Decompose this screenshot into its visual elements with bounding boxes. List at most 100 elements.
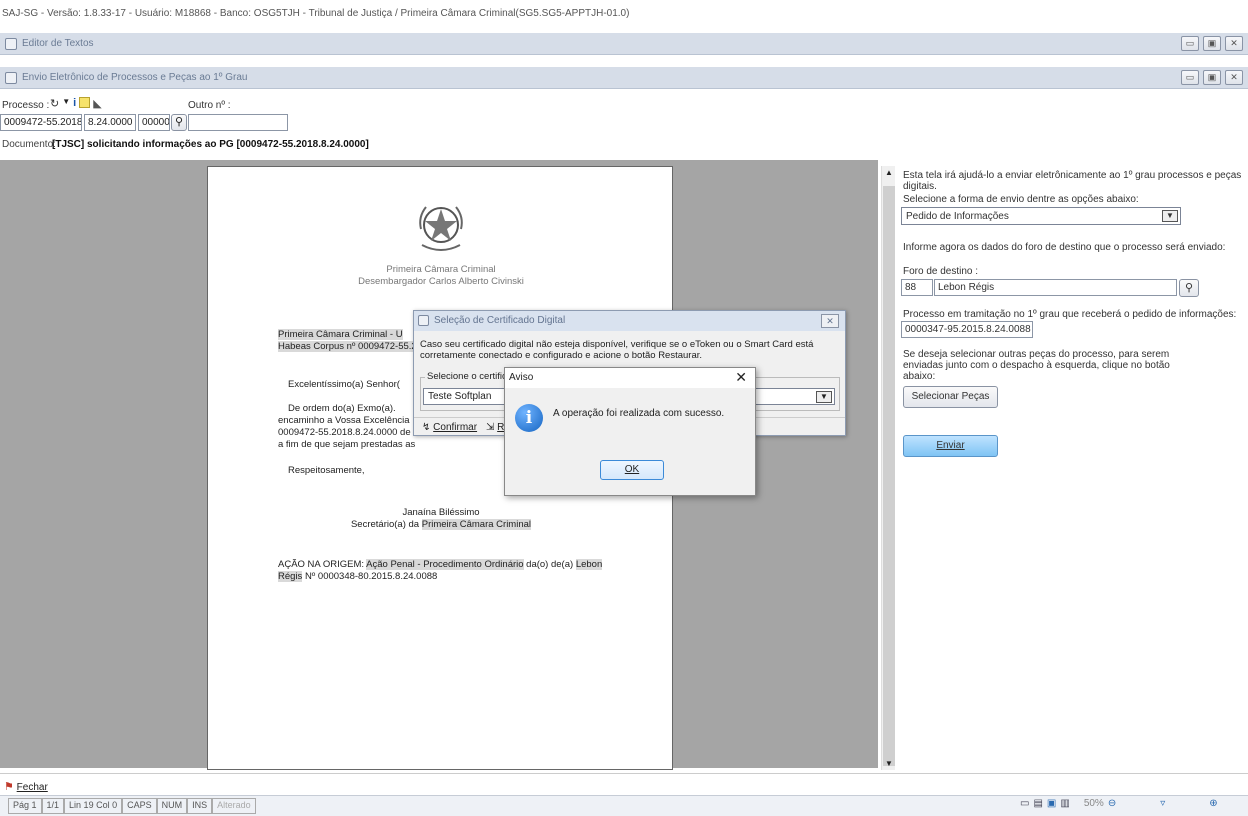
status-modified: Alterado bbox=[212, 798, 256, 814]
process-form: Processo : ↻ ▼ i ◣ Outro nº : 0009472-55… bbox=[0, 94, 1248, 156]
processo-label: Processo : bbox=[2, 100, 50, 111]
zoom-value: 50% bbox=[1083, 798, 1104, 809]
scroll-up-icon[interactable]: ▲ bbox=[885, 168, 893, 177]
processo-toolbar: ↻ ▼ i ◣ bbox=[50, 97, 102, 110]
processo-number-field[interactable]: 0009472-55.2018 bbox=[0, 114, 82, 131]
send-select-label: Selecione a forma de envio dentre as opç… bbox=[903, 194, 1139, 205]
doc-signer-role-chamber: Primeira Câmara Criminal bbox=[421, 519, 532, 530]
confirm-button[interactable]: ↯ Confirmar bbox=[422, 422, 477, 433]
document-scrollbar[interactable]: ▲ ▼ bbox=[881, 166, 895, 770]
maximize-button[interactable]: ▣ bbox=[1203, 36, 1221, 51]
close-button[interactable]: ✕ bbox=[1225, 70, 1243, 85]
chevron-down-icon[interactable]: ▼ bbox=[816, 391, 832, 403]
doc-origin-place-2: Régis bbox=[278, 571, 303, 582]
search-button[interactable]: ⚲ bbox=[171, 114, 187, 131]
doc-origin-action: Ação Penal - Procedimento Ordinário bbox=[366, 559, 524, 570]
status-pages: 1/1 bbox=[41, 798, 65, 814]
enviar-button[interactable]: Enviar bbox=[903, 435, 998, 457]
processo-suffix-field[interactable]: 8.24.0000 bbox=[84, 114, 136, 131]
chevron-down-icon[interactable]: ▼ bbox=[62, 97, 70, 110]
restore-button[interactable]: ⇲ R bbox=[486, 422, 504, 433]
view-page-icon[interactable]: ▣ bbox=[1047, 798, 1056, 809]
status-bar: Pág 1 1/1 Lin 19 Col 0 CAPS NUM INS Alte… bbox=[0, 795, 1248, 816]
refresh-icon[interactable]: ↻ bbox=[50, 97, 59, 110]
fechar-button[interactable]: ⚑ Fechar bbox=[4, 780, 48, 793]
doc-signer-role: Secretário(a) da Primeira Câmara Crimina… bbox=[208, 519, 674, 530]
view-layout-icon[interactable]: ▤ bbox=[1033, 798, 1042, 809]
send-method-select[interactable]: Pedido de Informações ▼ bbox=[901, 207, 1181, 225]
doc-origin-line: AÇÃO NA ORIGEM: Ação Penal - Procediment… bbox=[278, 559, 603, 570]
certificate-select-value: Teste Softplan bbox=[428, 391, 492, 402]
status-ins: INS bbox=[187, 798, 213, 814]
doc-line-chamber: Primeira Câmara Criminal - U bbox=[278, 329, 403, 340]
documento-label: Documento: bbox=[2, 139, 56, 150]
outro-label: Outro nº : bbox=[188, 100, 231, 111]
outro-number-field[interactable] bbox=[188, 114, 288, 131]
doc-body-2: encaminho a Vossa Excelência bbox=[278, 415, 410, 426]
minimize-button[interactable]: ▭ bbox=[1181, 70, 1199, 85]
foro-search-button[interactable]: ⚲ bbox=[1179, 279, 1199, 297]
foro-name-field[interactable]: Lebon Régis bbox=[934, 279, 1177, 296]
view-web-icon[interactable]: ▥ bbox=[1060, 798, 1069, 809]
window-icon bbox=[5, 72, 17, 84]
editor-window-title: Editor de Textos bbox=[22, 38, 94, 49]
documento-value: [TJSC] solicitando informações ao PG [00… bbox=[52, 139, 369, 150]
zoom-in-icon[interactable]: ⊕ bbox=[1209, 798, 1217, 809]
doc-origin-mid: da(o) de(a) bbox=[526, 559, 574, 570]
foro-info-label: Informe agora os dados do foro de destin… bbox=[903, 242, 1226, 253]
confirm-label: Confirmar bbox=[433, 422, 478, 433]
doc-header-judge: Desembargador Carlos Alberto Civinski bbox=[358, 276, 524, 287]
processo-1grau-label: Processo em tramitação no 1º grau que re… bbox=[903, 309, 1237, 320]
foro-label: Foro de destino : bbox=[903, 266, 979, 277]
view-controls: ▭ ▤ ▣ ▥ 50% ⊖ ▿ ⊕ bbox=[1020, 798, 1218, 809]
ok-label: OK bbox=[624, 464, 640, 475]
doc-body-4: a fim de que sejam prestadas as bbox=[278, 439, 416, 450]
tag-icon[interactable]: ◣ bbox=[93, 97, 101, 110]
doc-salutation: Excelentíssimo(a) Senhor( bbox=[288, 379, 400, 390]
info-icon[interactable]: i bbox=[73, 97, 76, 110]
window-icon bbox=[418, 315, 429, 326]
window-icon bbox=[5, 38, 17, 50]
processo-1grau-field[interactable]: 0000347-95.2015.8.24.0088 bbox=[901, 321, 1033, 338]
foro-code-field[interactable]: 88 bbox=[901, 279, 933, 296]
search-icon: ⚲ bbox=[174, 116, 184, 128]
editor-window-bar: Editor de Textos ▭ ▣ ✕ bbox=[0, 33, 1248, 55]
restore-icon: ⇲ bbox=[486, 422, 495, 433]
flag-icon: ⚑ bbox=[4, 781, 14, 793]
close-button[interactable]: ✕ bbox=[821, 314, 839, 328]
search-icon: ⚲ bbox=[1184, 282, 1194, 294]
doc-origin-number: Nº 0000348-80.2015.8.24.0088 bbox=[304, 571, 438, 582]
app-title: SAJ-SG - Versão: 1.8.33-17 - Usuário: M1… bbox=[0, 0, 1248, 28]
doc-signer-role-prefix: Secretário(a) da bbox=[350, 519, 420, 530]
doc-origin-prefix: AÇÃO NA ORIGEM: bbox=[278, 559, 365, 570]
status-caps: CAPS bbox=[122, 798, 157, 814]
certificate-dialog-title: Seleção de Certificado Digital bbox=[434, 315, 566, 326]
chevron-down-icon[interactable]: ▼ bbox=[1162, 210, 1178, 222]
scroll-down-icon[interactable]: ▼ bbox=[885, 759, 893, 768]
close-button[interactable]: ✕ bbox=[1225, 36, 1243, 51]
envio-window-bar: Envio Eletrônico de Processos e Peças ao… bbox=[0, 67, 1248, 89]
ok-button[interactable]: OK bbox=[600, 460, 664, 480]
aviso-dialog: Aviso ✕ i A operação foi realizada com s… bbox=[504, 367, 756, 496]
zoom-slider-icon[interactable]: ▿ bbox=[1160, 798, 1165, 809]
envio-window-title: Envio Eletrônico de Processos e Peças ao… bbox=[22, 72, 248, 83]
aviso-message: A operação foi realizada com sucesso. bbox=[553, 408, 725, 419]
status-num: NUM bbox=[156, 798, 188, 814]
selecionar-pecas-button[interactable]: Selecionar Peças bbox=[903, 386, 998, 408]
view-normal-icon[interactable]: ▭ bbox=[1020, 798, 1029, 809]
send-intro: Esta tela irá ajudá-lo a enviar eletrôni… bbox=[903, 170, 1242, 192]
zoom-out-icon[interactable]: ⊖ bbox=[1108, 798, 1116, 809]
send-method-value: Pedido de Informações bbox=[906, 211, 1009, 222]
note-icon[interactable] bbox=[79, 97, 91, 108]
scrollbar-thumb[interactable] bbox=[883, 186, 895, 766]
minimize-button[interactable]: ▭ bbox=[1181, 36, 1199, 51]
doc-body-3: 0009472-55.2018.8.24.0000 de L bbox=[278, 427, 419, 438]
doc-header-chamber: Primeira Câmara Criminal bbox=[386, 264, 496, 275]
send-panel: Esta tela irá ajudá-lo a enviar eletrôni… bbox=[897, 160, 1248, 770]
doc-origin-place: Lebon bbox=[575, 559, 603, 570]
processo-code-field[interactable]: 00000 bbox=[138, 114, 170, 131]
doc-origin-number-line: Régis Nº 0000348-80.2015.8.24.0088 bbox=[278, 571, 437, 582]
certificate-group-label: Selecione o certific bbox=[425, 371, 509, 382]
maximize-button[interactable]: ▣ bbox=[1203, 70, 1221, 85]
close-icon[interactable]: ✕ bbox=[735, 369, 747, 386]
